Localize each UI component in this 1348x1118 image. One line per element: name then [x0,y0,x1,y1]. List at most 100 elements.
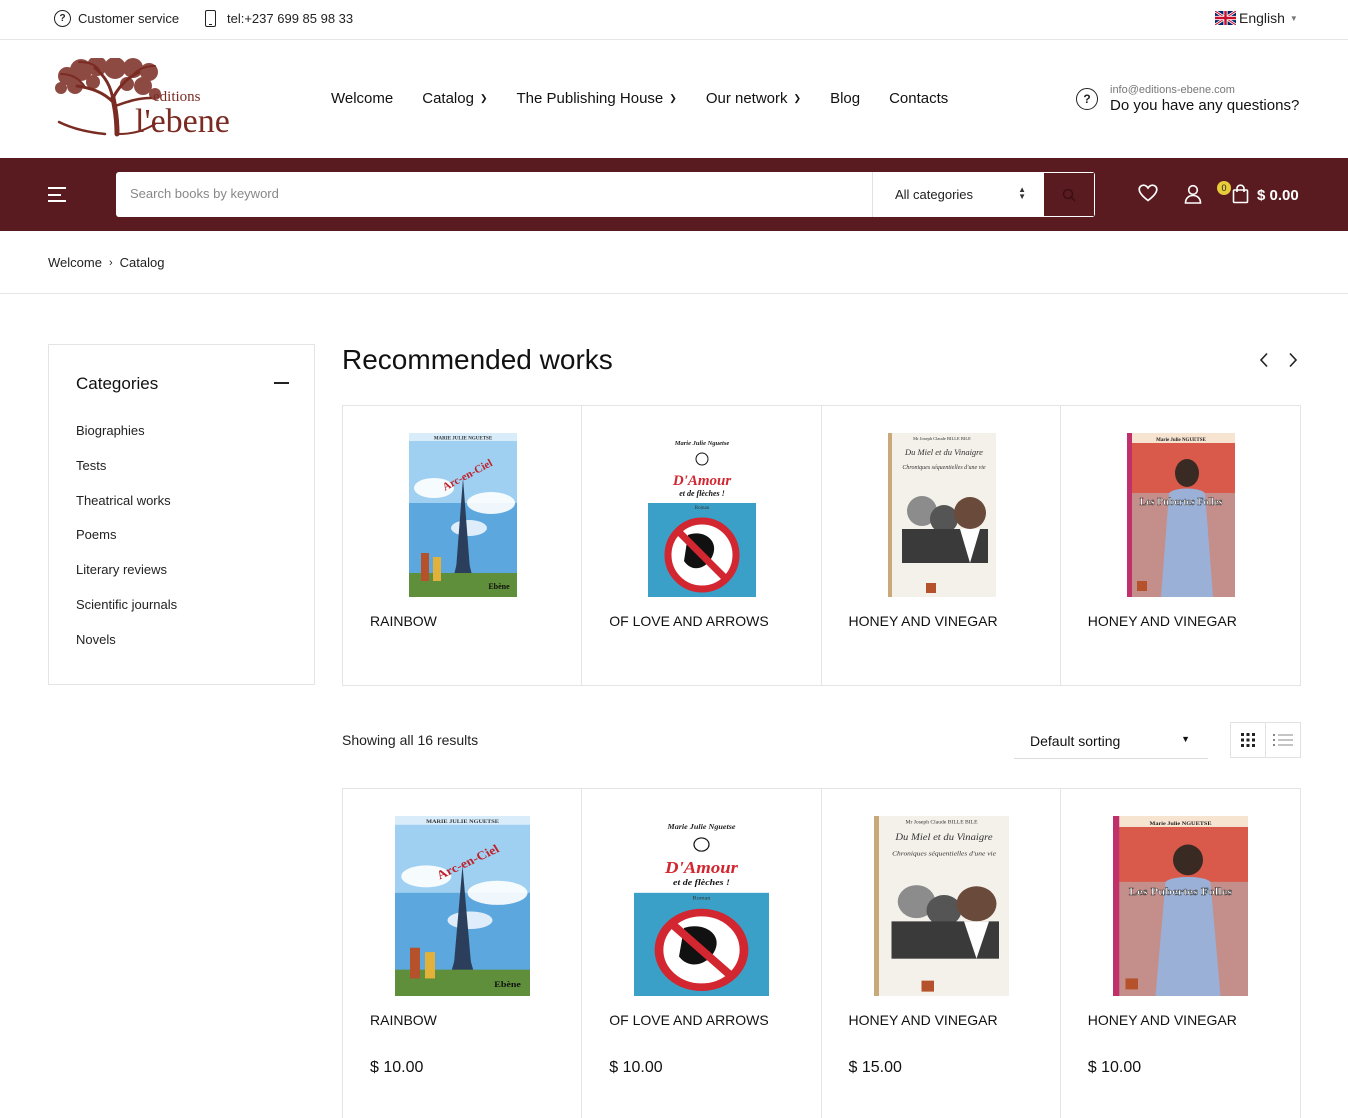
svg-text:D'Amour: D'Amour [672,473,732,489]
category-scientific-journals[interactable]: Scientific journals [76,597,177,632]
product-price: $ 10.00 [1087,1059,1142,1076]
search-input[interactable]: Search books by keyword [130,186,279,201]
recommended-book-card[interactable]: Marie Julie Nguetse D'Amour et de flèches … [582,406,822,685]
product-card[interactable]: MARIE JULIE NGUETSE Arc-en-Ciel Ebène RAIN… [343,789,583,1118]
category-novels[interactable]: Novels [76,632,177,667]
svg-text:Du Miel et du Vinaigre: Du Miel et du Vinaigre [894,833,993,843]
cart-total[interactable]: $ 0.00 [1257,187,1299,204]
book-cover-image[interactable]: MARIE JULIE NGUETSEArc-en-CielEbène [409,433,517,597]
product-title[interactable]: HONEY AND VINEGAR [849,1012,998,1028]
category-theatrical-works[interactable]: Theatrical works [76,493,177,528]
sorting-value: Default sorting [1030,733,1121,749]
carousel-next-icon[interactable] [1288,352,1298,368]
logo-text-lebene: l'ebene [135,103,230,138]
recommended-book-card[interactable]: Mr Joseph Claude BILLE BILE Du Miel et du… [822,406,1061,685]
product-title[interactable]: RAINBOW [370,1012,437,1028]
grid-view-button[interactable] [1230,722,1266,758]
book-cover-image[interactable]: Marie Julie NguetseD'Amouret de flèches … [648,433,757,597]
language-selector[interactable]: English ▼ [1215,10,1298,26]
main-nav: Welcome Catalog ❯ The Publishing House ❯ O… [331,90,977,107]
list-view-icon [1273,734,1293,746]
breadcrumb: Welcome › Catalog [48,255,164,270]
nav-blog[interactable]: Blog [830,90,860,107]
nav-label: The Publishing House [516,90,664,107]
nav-welcome[interactable]: Welcome [331,90,393,107]
nav-label: Welcome [331,90,394,107]
product-title[interactable]: HONEY AND VINEGAR [1088,1012,1237,1028]
help-text: Do you have any questions? [1110,97,1300,114]
product-grid: MARIE JULIE NGUETSE Arc-en-Ciel Ebène RAIN… [342,788,1301,1118]
svg-text:Les Pubertes Folles: Les Pubertes Folles [1129,886,1233,898]
breadcrumb-catalog: Catalog [119,255,165,270]
book-title[interactable]: HONEY AND VINEGAR [849,613,998,629]
search-form: Search books by keyword All categories ▲… [116,172,1095,217]
category-select[interactable]: All categories ▲ ▼ [872,172,1044,217]
customer-service-link[interactable]: ? Customer service [54,10,179,27]
category-poems[interactable]: Poems [76,527,177,562]
book-title[interactable]: HONEY AND VINEGAR [1088,613,1237,629]
product-card[interactable]: Marie Julie Nguetse D'Amour et de flèches … [582,789,822,1118]
recommended-title: Recommended works [342,344,613,375]
category-biographies[interactable]: Biographies [76,423,177,458]
sorting-select[interactable]: Default sorting ▼ [1014,722,1208,759]
phone-icon [205,10,216,27]
book-cover-image[interactable]: Marie Julie NGUETSE Les Pubertes Folles [1112,816,1248,996]
nav-publishing-house[interactable]: The Publishing House ❯ [517,90,677,107]
svg-text:D'Amour: D'Amour [664,858,738,877]
help-contact[interactable]: ? info@editions-ebene.com Do you have an… [1076,84,1299,114]
phone-link[interactable]: tel:+237 699 85 98 33 [205,10,353,27]
book-cover-image[interactable]: Marie Julie NGUETSE Les Pubertes Folles [1126,433,1235,597]
chevron-down-icon: ❯ [793,93,802,103]
chevron-down-icon: ❯ [669,93,677,103]
category-tests[interactable]: Tests [76,458,177,493]
nav-label: Catalog [422,90,474,107]
carousel-prev-icon[interactable] [1259,352,1269,368]
product-card[interactable]: Mr Joseph Claude BILLE BILE Du Miel et du… [822,789,1061,1118]
recommended-book-card[interactable]: Marie Julie NGUETSE Les Pubertes Folles H… [1061,406,1300,685]
svg-text:Mr Joseph Claude BILLE BILE: Mr Joseph Claude BILLE BILE [913,436,971,441]
nav-label: Blog [830,90,861,107]
recommended-carousel: MARIE JULIE NGUETSE Arc-en-Ciel Ebène RAIN… [342,405,1301,686]
category-list: Biographies Tests Theatrical works Poems… [76,423,177,667]
editions-lebene-logo[interactable]: editions l'ebene [55,58,267,138]
book-cover-image[interactable]: MARIE JULIE NGUETSEArc-en-CielEbène [395,816,530,996]
chevron-down-icon: ❯ [479,93,488,103]
book-cover-image[interactable]: Mr Joseph Claude BILLE BILE Du Miel et du… [887,433,996,597]
phone-label: tel:+237 699 85 98 33 [227,11,354,26]
book-title[interactable]: RAINBOW [370,613,437,629]
svg-text:MARIE JULIE NGUETSE: MARIE JULIE NGUETSE [434,437,493,442]
category-literary-reviews[interactable]: Literary reviews [76,562,177,597]
category-select-value: All categories [895,187,974,202]
svg-text:Du Miel et du Vinaigre: Du Miel et du Vinaigre [904,447,983,457]
list-view-button[interactable] [1266,722,1301,758]
nav-label: Our network [705,90,788,107]
product-title[interactable]: OF LOVE AND ARROWS [609,1012,768,1028]
select-arrows-icon: ▲ ▼ [1018,185,1026,201]
breadcrumb-welcome[interactable]: Welcome [48,255,102,270]
categories-title: Categories [76,374,159,393]
uk-flag-icon [1215,11,1236,25]
svg-text:et de flèches !: et de flèches ! [673,879,730,888]
wishlist-heart-icon[interactable] [1138,184,1158,202]
search-button[interactable] [1044,173,1094,216]
account-user-icon[interactable] [1184,184,1202,204]
book-cover-image[interactable]: Mr Joseph Claude BILLE BILE Du Miel et du… [873,816,1009,996]
caret-down-icon: ▼ [1289,13,1298,23]
nav-contacts[interactable]: Contacts [889,90,948,107]
categories-widget: Categories Biographies Tests Theatrical … [48,344,315,685]
book-cover-image[interactable]: Marie Julie NguetseD'Amouret de flèches … [634,816,770,996]
language-label: English [1239,10,1285,26]
menu-icon[interactable] [48,187,66,202]
cart-bag-icon[interactable] [1232,184,1249,204]
product-card[interactable]: Marie Julie NGUETSE Les Pubertes Folles H… [1061,789,1300,1118]
svg-text:Les Pubertes Folles: Les Pubertes Folles [1139,497,1222,508]
recommended-book-card[interactable]: MARIE JULIE NGUETSE Arc-en-Ciel Ebène RAIN… [343,406,583,685]
svg-text:Marie Julie NGUETSE: Marie Julie NGUETSE [1149,821,1211,827]
collapse-minus-icon[interactable] [274,382,289,384]
nav-catalog[interactable]: Catalog ❯ [422,90,487,107]
question-icon: ? [1076,88,1098,110]
book-title[interactable]: OF LOVE AND ARROWS [609,613,768,629]
header: editions l'ebene Welcome Catalog ❯ The Pu… [0,40,1348,158]
svg-text:Marie Julie NGUETSE: Marie Julie NGUETSE [1156,438,1206,443]
nav-our-network[interactable]: Our network ❯ [706,90,801,107]
